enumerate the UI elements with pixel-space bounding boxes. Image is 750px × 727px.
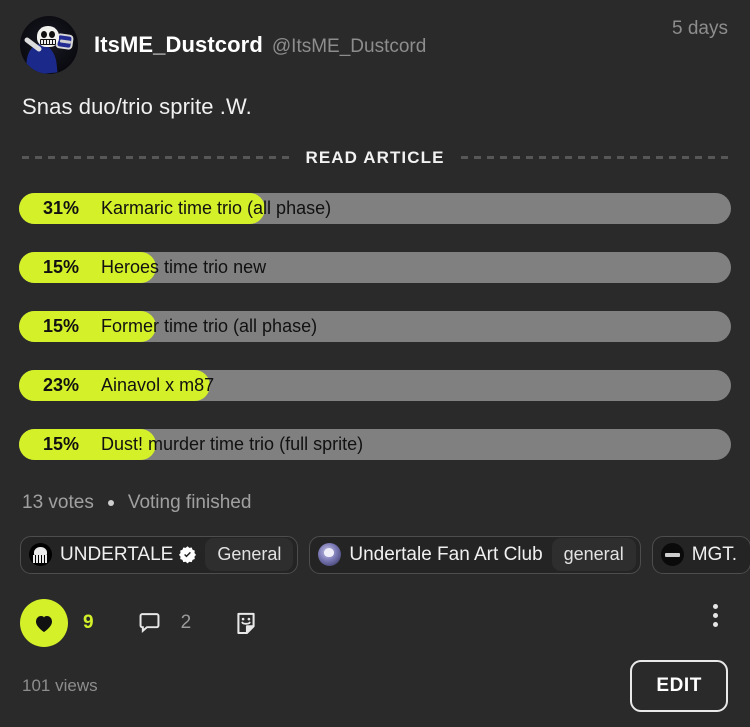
poll-option[interactable]: 23% Ainavol x m87 xyxy=(19,369,731,401)
read-article-divider[interactable]: READ ARTICLE xyxy=(22,148,728,168)
avatar-mouth xyxy=(40,39,56,45)
channel-tag-channel: General xyxy=(205,538,294,572)
more-dot-3 xyxy=(713,621,718,627)
view-count: 101 views xyxy=(22,675,98,695)
verified-badge-icon xyxy=(179,546,197,564)
poll-percent: 23% xyxy=(43,374,80,395)
poll-option[interactable]: 15% Former time trio (all phase) xyxy=(19,310,731,342)
poll-option-label: Heroes time trio new xyxy=(101,256,267,277)
read-article-label[interactable]: READ ARTICLE xyxy=(305,148,444,168)
channel-tag[interactable]: Undertale Fan Art Club general xyxy=(309,535,641,574)
more-dot-2 xyxy=(713,612,718,618)
poll-vote-count: 13 votes xyxy=(22,491,94,513)
dashed-line-left xyxy=(22,156,290,160)
fanart-server-icon xyxy=(318,543,342,567)
poll-percent: 31% xyxy=(43,197,80,218)
sticker-face-icon xyxy=(237,612,255,634)
poll-option-label: Former time trio (all phase) xyxy=(101,315,318,336)
post-actions: 9 2 xyxy=(0,582,750,652)
poll-percent: 15% xyxy=(43,315,80,336)
mgt-server-icon xyxy=(660,543,684,567)
poll-option[interactable]: 15% Heroes time trio new xyxy=(19,251,731,283)
comment-button[interactable]: 2 xyxy=(137,610,192,635)
channel-tag-list: UNDERTALE General Undertale Fan Art Club ge… xyxy=(0,514,750,582)
channel-tag-name: MGT. xyxy=(691,543,738,565)
post-header: ItsME_Dustcord @ItsME_Dustcord 5 days xyxy=(0,0,750,74)
social-post-card: ItsME_Dustcord @ItsME_Dustcord 5 days Sn… xyxy=(0,0,750,727)
comment-count: 2 xyxy=(180,611,192,633)
like-button[interactable] xyxy=(20,598,68,647)
channel-tag[interactable]: MGT. xyxy=(651,535,750,574)
poll-option-label: Ainavol x m87 xyxy=(101,374,215,395)
author-display-name[interactable]: ItsME_Dustcord xyxy=(94,32,263,58)
poll-option[interactable]: 15% Dust! murder time trio (full sprite) xyxy=(19,428,731,460)
author-handle[interactable]: @ItsME_Dustcord xyxy=(272,36,426,58)
channel-tag-name: UNDERTALE xyxy=(60,543,174,565)
poll-option-content: 15% Heroes time trio new xyxy=(19,252,731,283)
avatar-eye-left xyxy=(41,31,47,38)
poll-percent: 15% xyxy=(43,256,80,277)
poll-meta: 13 votes Voting finished xyxy=(0,488,750,514)
edit-button[interactable]: EDIT xyxy=(630,659,728,712)
poll-status: Voting finished xyxy=(127,491,252,513)
poll-option-content: 15% Former time trio (all phase) xyxy=(19,311,731,342)
poll-option-content: 23% Ainavol x m87 xyxy=(19,370,731,401)
more-dot-1 xyxy=(713,603,718,609)
avatar-eye-right xyxy=(49,31,55,38)
avatar-skull-shape xyxy=(37,26,59,47)
more-options-button[interactable] xyxy=(713,603,718,627)
poll-percent: 15% xyxy=(43,433,80,454)
comment-bubble-icon xyxy=(139,613,160,634)
undertale-server-icon xyxy=(29,543,52,567)
channel-tag-channel: general xyxy=(551,538,636,572)
separator-dot xyxy=(107,499,114,506)
poll-option[interactable]: 31% Karmaric time trio (all phase) xyxy=(19,192,731,224)
channel-tag[interactable]: UNDERTALE General xyxy=(20,535,299,574)
poll: 31% Karmaric time trio (all phase) 15% Hero… xyxy=(0,192,750,460)
dashed-line-right xyxy=(460,156,728,160)
poll-option-content: 31% Karmaric time trio (all phase) xyxy=(19,193,731,224)
poll-option-content: 15% Dust! murder time trio (full sprite) xyxy=(19,429,731,460)
heart-icon xyxy=(36,615,52,632)
avatar[interactable] xyxy=(20,16,78,74)
poll-option-label: Dust! murder time trio (full sprite) xyxy=(101,433,364,454)
like-count: 9 xyxy=(83,611,94,633)
post-body-text: Snas duo/trio sprite .W. xyxy=(22,94,252,119)
author-names: ItsME_Dustcord @ItsME_Dustcord xyxy=(94,32,426,58)
channel-tag-name: Undertale Fan Art Club xyxy=(349,543,543,565)
post-timestamp: 5 days xyxy=(672,18,728,39)
poll-option-label: Karmaric time trio (all phase) xyxy=(101,197,332,218)
post-footer: 101 views EDIT xyxy=(0,652,750,712)
sticker-button[interactable] xyxy=(233,610,259,636)
